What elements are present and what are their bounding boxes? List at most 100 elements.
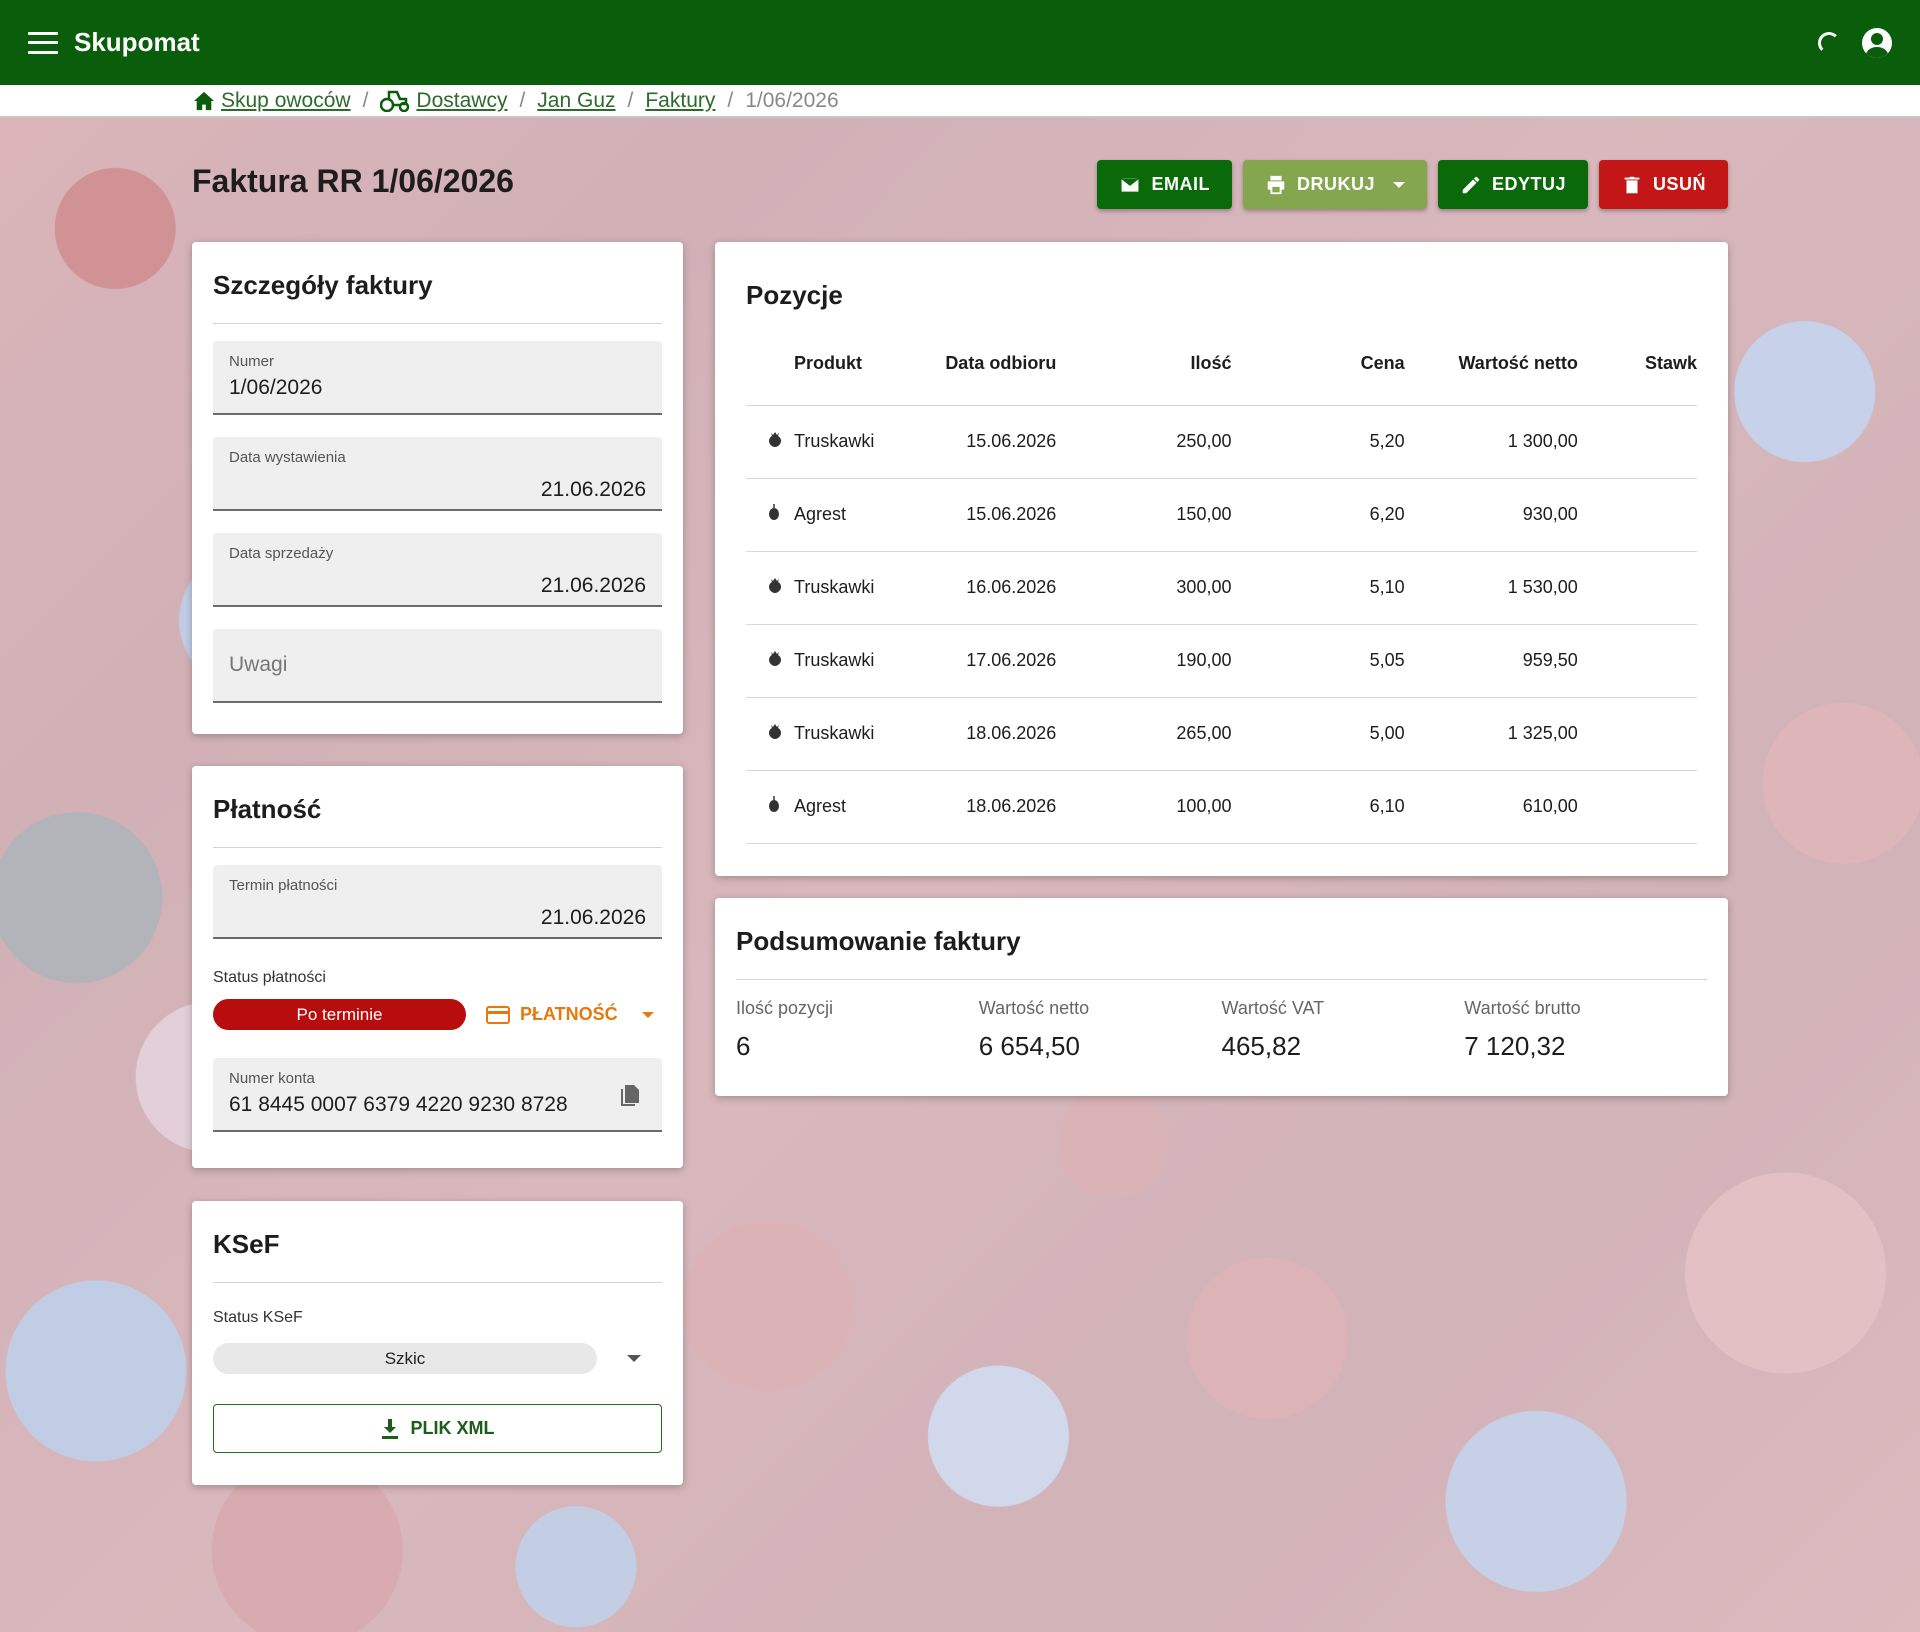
action-toolbar: EMAIL DRUKUJ EDYTUJ USUŃ (1097, 160, 1728, 209)
ksef-status-label: Status KSeF (213, 1309, 303, 1326)
ksef-title: KSeF (213, 1229, 280, 1259)
printer-icon (1267, 175, 1285, 194)
vat-rate-cell (1577, 477, 1697, 551)
breadcrumb-invoices[interactable]: Faktury (645, 89, 715, 113)
net-cell: 1 300,00 (1404, 404, 1578, 478)
app-title: Skupomat (74, 27, 200, 57)
net-cell: 930,00 (1404, 477, 1578, 551)
download-icon (381, 1418, 398, 1439)
delete-button[interactable]: USUŃ (1598, 160, 1728, 209)
trash-icon (1624, 176, 1640, 193)
account-number-field[interactable]: Numer konta 61 8445 0007 6379 4220 9230 … (213, 1058, 662, 1132)
qty-cell: 190,00 (1056, 623, 1232, 697)
product-cell: Truskawki (746, 696, 917, 770)
product-cell: Agrest (746, 769, 917, 844)
vat-rate-cell (1577, 696, 1697, 770)
gooseberry-icon (768, 796, 794, 817)
summary-vat-value: Wartość VAT 465,82 (1221, 998, 1325, 1061)
menu-icon[interactable] (28, 31, 58, 54)
credit-card-icon (486, 1005, 510, 1024)
strawberry-icon (768, 723, 794, 744)
price-cell: 5,00 (1231, 696, 1405, 770)
edit-button[interactable]: EDYTUJ (1437, 160, 1588, 209)
payment-card: Płatność Termin płatności 21.06.2026 Sta… (192, 766, 683, 1168)
vat-rate-cell (1577, 769, 1697, 844)
strawberry-icon (768, 650, 794, 671)
price-cell: 6,10 (1231, 769, 1405, 844)
column-header-price[interactable]: Cena (1231, 323, 1405, 405)
summary-values: Ilość pozycji 6 Wartość netto 6 654,50 W… (736, 998, 1707, 1062)
qty-cell: 100,00 (1056, 769, 1232, 844)
loading-spinner-icon (1818, 31, 1840, 54)
breadcrumb-supplier[interactable]: Jan Guz (537, 89, 615, 113)
table-row[interactable]: Truskawki 15.06.2026 250,00 5,20 1 300,00 (746, 404, 1697, 478)
payment-title: Płatność (213, 794, 322, 824)
breadcrumb-home[interactable]: Skup owoców (193, 89, 351, 113)
summary-title: Podsumowanie faktury (736, 926, 1021, 956)
date-cell: 17.06.2026 (916, 623, 1057, 697)
price-cell: 6,20 (1231, 477, 1405, 551)
notes-field[interactable]: Uwagi (213, 629, 662, 703)
summary-card: Podsumowanie faktury Ilość pozycji 6 War… (715, 898, 1728, 1096)
product-cell: Truskawki (746, 623, 917, 697)
email-icon (1120, 176, 1141, 193)
vat-rate-cell (1577, 623, 1697, 697)
price-cell: 5,20 (1231, 404, 1405, 478)
date-cell: 16.06.2026 (916, 550, 1057, 624)
qty-cell: 300,00 (1056, 550, 1232, 624)
tractor-icon (380, 90, 410, 112)
table-row[interactable]: Truskawki 18.06.2026 265,00 5,00 1 325,00 (746, 696, 1697, 770)
ksef-status-select[interactable]: Szkic (213, 1343, 662, 1374)
product-cell: Truskawki (746, 550, 917, 624)
date-cell: 18.06.2026 (916, 696, 1057, 770)
chevron-down-icon (1392, 181, 1405, 188)
summary-item-count: Ilość pozycji 6 (736, 998, 834, 1061)
page-title: Faktura RR 1/06/2026 (192, 163, 514, 199)
table-row[interactable]: Truskawki 17.06.2026 190,00 5,05 959,50 (746, 623, 1697, 697)
net-cell: 610,00 (1404, 769, 1578, 844)
column-header-qty[interactable]: Ilość (1056, 323, 1231, 405)
print-button[interactable]: DRUKUJ (1242, 160, 1427, 209)
column-header-date[interactable]: Data odbioru (916, 323, 1056, 405)
column-header-net[interactable]: Wartość netto (1405, 323, 1577, 405)
table-header-row: Produkt Data odbioru Ilość Cena Wartość … (746, 323, 1697, 405)
table-row[interactable]: Agrest 15.06.2026 150,00 6,20 930,00 (746, 477, 1697, 551)
qty-cell: 150,00 (1056, 477, 1232, 551)
column-header-product[interactable]: Produkt (746, 323, 916, 405)
positions-table: Produkt Data odbioru Ilość Cena Wartość … (746, 323, 1697, 844)
net-cell: 1 325,00 (1404, 696, 1578, 770)
sale-date-field[interactable]: Data sprzedaży 21.06.2026 (213, 533, 662, 607)
breadcrumb-suppliers[interactable]: Dostawcy (380, 89, 507, 113)
column-header-vat-rate[interactable]: Stawk (1578, 323, 1697, 405)
vat-rate-cell (1577, 404, 1697, 478)
qty-cell: 265,00 (1056, 696, 1232, 770)
positions-title: Pozycje (746, 280, 843, 310)
payment-button[interactable]: PŁATNOŚĆ (486, 1004, 654, 1025)
ksef-card: KSeF Status KSeF Szkic PLIK XML (192, 1201, 683, 1485)
breadcrumb-current: 1/06/2026 (745, 88, 839, 112)
account-icon[interactable] (1862, 27, 1892, 58)
table-row[interactable]: Truskawki 16.06.2026 300,00 5,10 1 530,00 (746, 550, 1697, 624)
table-row[interactable]: Agrest 18.06.2026 100,00 6,10 610,00 (746, 769, 1697, 844)
invoice-number-field[interactable]: Numer 1/06/2026 (213, 341, 662, 415)
net-cell: 959,50 (1404, 623, 1578, 697)
invoice-details-card: Szczegóły faktury Numer 1/06/2026 Data w… (192, 242, 683, 734)
email-button[interactable]: EMAIL (1097, 160, 1232, 209)
copy-icon[interactable] (618, 1084, 640, 1108)
net-cell: 1 530,00 (1404, 550, 1578, 624)
chevron-down-icon (641, 1011, 654, 1018)
summary-gross-value: Wartość brutto 7 120,32 (1464, 998, 1581, 1061)
product-cell: Agrest (746, 477, 917, 551)
issue-date-field[interactable]: Data wystawienia 21.06.2026 (213, 437, 662, 511)
due-date-field[interactable]: Termin płatności 21.06.2026 (213, 865, 662, 939)
home-icon (194, 91, 214, 110)
app-bar: Skupomat (0, 0, 1920, 85)
ksef-status-value: Szkic (213, 1343, 597, 1374)
positions-card: Pozycje Produkt Data odbioru Ilość Cena … (715, 242, 1728, 876)
gooseberry-icon (768, 504, 794, 525)
breadcrumb: Skup owoców / Dostawcy / Jan Guz / Faktu… (0, 85, 1920, 118)
vat-rate-cell (1577, 550, 1697, 624)
payment-status-label: Status płatności (213, 969, 326, 986)
strawberry-icon (768, 431, 794, 452)
xml-download-button[interactable]: PLIK XML (213, 1404, 662, 1453)
